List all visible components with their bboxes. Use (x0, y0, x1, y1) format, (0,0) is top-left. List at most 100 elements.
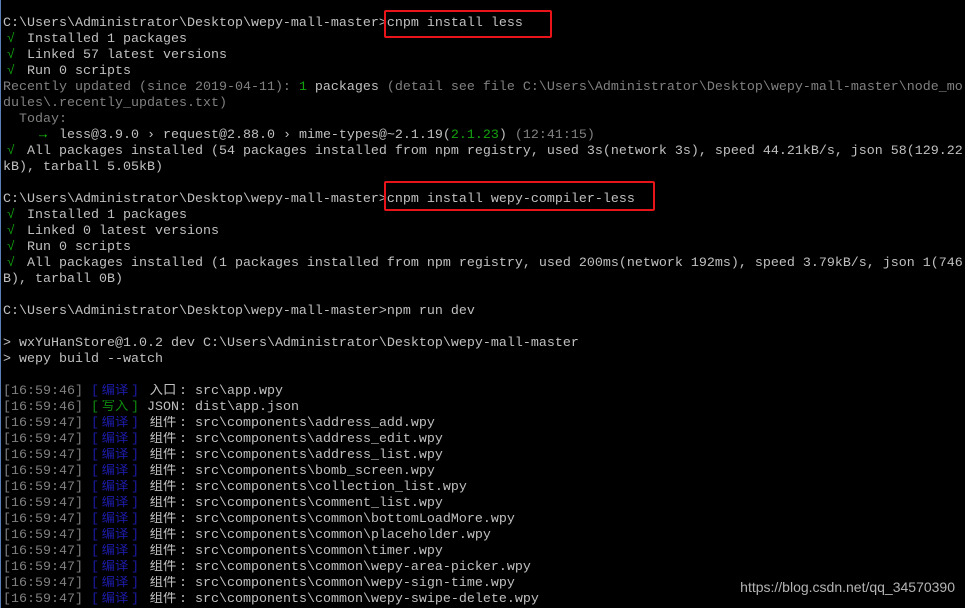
terminal-text: packages (306, 80, 387, 95)
terminal-text: (12:41:15) (514, 128, 595, 143)
terminal-text: 编译 (101, 544, 129, 559)
terminal-text: : src\components\address_add.wpy (178, 416, 435, 431)
check-icon: √ (7, 144, 15, 159)
terminal-line: √ Run 0 scripts (3, 64, 965, 80)
terminal-text: ] (130, 528, 147, 543)
terminal-line: Today: (3, 112, 965, 128)
terminal-line: kB), tarball 5.05kB) (3, 160, 965, 176)
terminal-text: 编译 (101, 384, 129, 399)
terminal-text: 编译 (101, 496, 129, 511)
terminal-text: ) (498, 128, 515, 143)
terminal-text: 组件 (149, 528, 177, 543)
terminal-line: √ Run 0 scripts (3, 240, 965, 256)
terminal-text: All packages installed (54 packages inst… (19, 144, 963, 159)
terminal-text: ] (130, 496, 147, 511)
terminal-line: [16:59:47] [编译] 组件: src\components\commo… (3, 544, 965, 560)
terminal-text: : src\components\comment_list.wpy (178, 496, 443, 511)
terminal-line: B), tarball 0B) (3, 272, 965, 288)
terminal-line: [16:59:47] [编译] 组件: src\components\commo… (3, 560, 965, 576)
terminal-line: √ Linked 57 latest versions (3, 48, 965, 64)
terminal-text: [ (90, 384, 99, 399)
terminal-text: [16:59:47] (3, 448, 91, 463)
terminal-text: : src\components\common\wepy-sign-time.w… (178, 576, 515, 591)
terminal-text: 组件 (149, 464, 177, 479)
terminal-line: [16:59:47] [编译] 组件: src\components\comme… (3, 496, 965, 512)
terminal-text: : src\components\common\wepy-swipe-delet… (178, 592, 539, 607)
terminal-line: [16:59:47] [编译] 组件: src\components\addre… (3, 432, 965, 448)
terminal-text: (detail see file C:\Users\Administrator\… (386, 80, 963, 95)
terminal-text: ] (130, 464, 147, 479)
terminal-text: [16:59:47] (3, 496, 91, 511)
terminal-text: ] (130, 560, 147, 575)
terminal-text: [ (90, 400, 99, 415)
terminal-output[interactable]: C:\Users\Administrator\Desktop\wepy-mall… (3, 0, 965, 608)
terminal-line: Recently updated (since 2019-04-11): 1 p… (3, 80, 965, 96)
terminal-line: > wxYuHanStore@1.0.2 dev C:\Users\Admini… (3, 336, 965, 352)
terminal-line: [16:59:47] [编译] 组件: src\components\commo… (3, 528, 965, 544)
terminal-text: [ (90, 464, 99, 479)
terminal-text: B), tarball 0B) (3, 272, 123, 287)
check-icon: √ (7, 224, 15, 239)
terminal-text: C:\Users\Administrator\Desktop\wepy-mall… (3, 304, 475, 319)
check-icon: √ (7, 256, 15, 271)
terminal-text: 组件 (149, 416, 177, 431)
terminal-line: [16:59:46] [写入] JSON: dist\app.json (3, 400, 965, 416)
terminal-text: [16:59:47] (3, 432, 91, 447)
check-icon: √ (7, 240, 15, 255)
terminal-text: > wepy build --watch (3, 352, 163, 367)
terminal-line: [16:59:47] [编译] 组件: src\components\commo… (3, 512, 965, 528)
terminal-text: kB), tarball 5.05kB) (3, 160, 163, 175)
terminal-text: ] (130, 384, 147, 399)
terminal-text: [ (90, 496, 99, 511)
terminal-line: dules\.recently_updates.txt) (3, 96, 965, 112)
terminal-text: [16:59:47] (3, 544, 91, 559)
terminal-text: Linked 57 latest versions (19, 48, 227, 63)
terminal-text: 组件 (149, 432, 177, 447)
terminal-text: [16:59:47] (3, 480, 91, 495)
terminal-line: √ All packages installed (1 packages ins… (3, 256, 965, 272)
terminal-text: [ (90, 560, 99, 575)
terminal-text: : src\components\common\wepy-area-picker… (178, 560, 531, 575)
terminal-text: [16:59:46] (3, 384, 91, 399)
terminal-text: Installed 1 packages (19, 32, 187, 47)
terminal-text: [ (90, 528, 99, 543)
highlight-box-cnpm-install-less (384, 10, 552, 38)
terminal-text: JSON: dist\app.json (146, 400, 299, 415)
terminal-text: 编译 (101, 432, 129, 447)
terminal-text: 编译 (101, 528, 129, 543)
terminal-text: 编译 (101, 576, 129, 591)
terminal-text: [ (90, 544, 99, 559)
terminal-text: [ (90, 576, 99, 591)
terminal-text: ] (130, 576, 147, 591)
terminal-text: ] (130, 512, 147, 527)
terminal-text: [16:59:47] (3, 592, 91, 607)
terminal-text: [ (90, 416, 99, 431)
terminal-text: [16:59:47] (3, 560, 91, 575)
terminal-text: [16:59:47] (3, 528, 91, 543)
terminal-text: 1 (298, 80, 307, 95)
terminal-line: C:\Users\Administrator\Desktop\wepy-mall… (3, 304, 965, 320)
check-icon: √ (7, 48, 15, 63)
terminal-text: [ (90, 432, 99, 447)
terminal-text: ] (130, 416, 147, 431)
check-icon: √ (7, 32, 15, 47)
terminal-text: 组件 (149, 560, 177, 575)
terminal-text: 入口 (149, 384, 177, 399)
terminal-text: 编译 (101, 448, 129, 463)
terminal-text: [16:59:47] (3, 464, 91, 479)
terminal-text: Installed 1 packages (19, 208, 187, 223)
terminal-text: [16:59:47] (3, 416, 91, 431)
terminal-text: [16:59:47] (3, 512, 91, 527)
terminal-text: [16:59:47] (3, 576, 91, 591)
terminal-text: ] (130, 448, 147, 463)
terminal-text: 编译 (101, 512, 129, 527)
terminal-text: : src\components\collection_list.wpy (178, 480, 467, 495)
terminal-text: : src\components\address_list.wpy (178, 448, 443, 463)
terminal-line: [16:59:47] [编译] 组件: src\components\addre… (3, 448, 965, 464)
terminal-text: 编译 (101, 464, 129, 479)
terminal-text: All packages installed (1 packages insta… (19, 256, 963, 271)
terminal-line: √ All packages installed (54 packages in… (3, 144, 965, 160)
terminal-text: Today: (3, 112, 67, 127)
